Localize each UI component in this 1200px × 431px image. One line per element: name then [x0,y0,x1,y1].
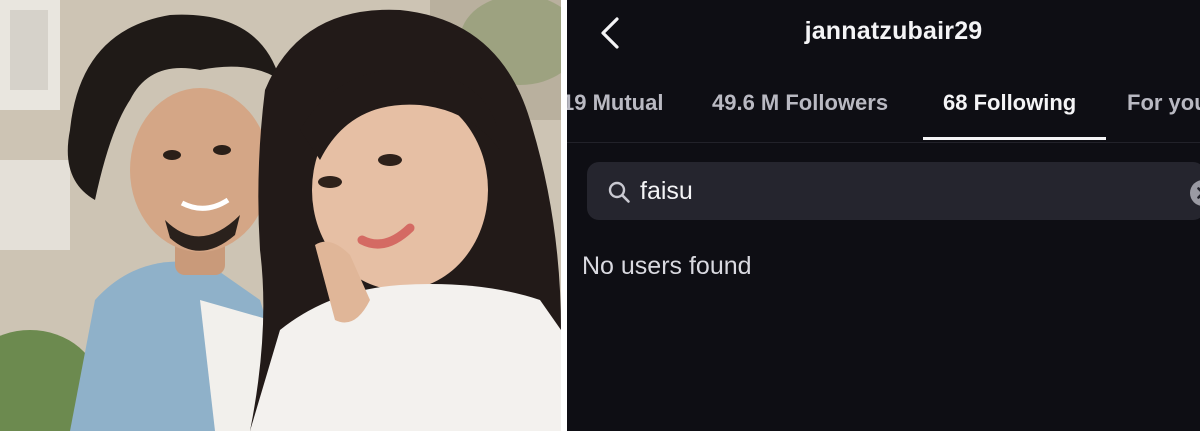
following-screen: jannatzubair29 19 Mutual 49.6 M Follower… [567,0,1200,431]
tab-mutual[interactable]: 19 Mutual [567,90,663,116]
couple-photo-illustration [0,0,561,431]
tab-bar: 19 Mutual 49.6 M Followers 68 Following … [567,90,1200,142]
active-tab-indicator [923,137,1106,140]
search-bar[interactable] [587,162,1200,220]
tab-following[interactable]: 68 Following [943,90,1076,116]
empty-results-message: No users found [582,252,752,280]
tab-followers[interactable]: 49.6 M Followers [712,90,888,116]
couple-photo [0,0,561,431]
clear-icon[interactable] [1189,179,1200,207]
profile-username: jannatzubair29 [804,17,983,45]
tab-for-you[interactable]: For you [1127,90,1200,116]
search-input[interactable] [640,172,1140,210]
tab-bar-divider [567,142,1200,143]
search-icon [608,181,630,203]
